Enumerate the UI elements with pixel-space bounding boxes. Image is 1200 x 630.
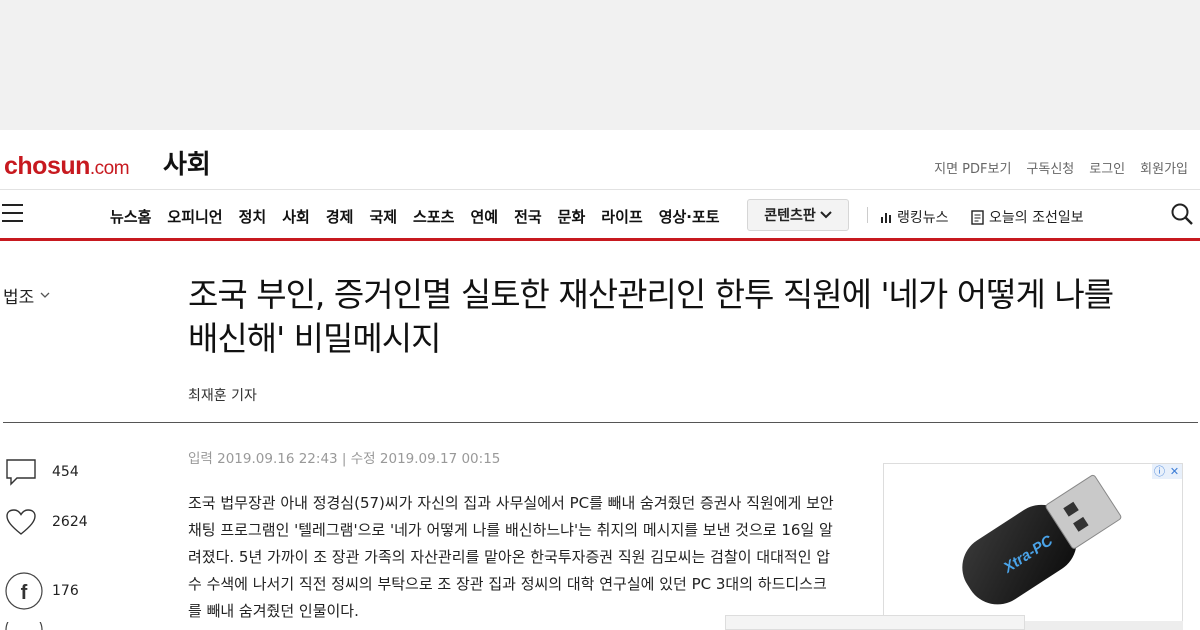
top-ad-band [0, 0, 1200, 130]
article-dates: 입력 2019.09.16 22:43 | 수정 2019.09.17 00:1… [188, 451, 501, 467]
ranking-news-link[interactable]: 랭킹뉴스 [880, 207, 949, 227]
comment-icon [6, 459, 36, 486]
svg-text:f: f [21, 582, 28, 604]
contents-dropdown-button[interactable]: 콘텐츠판 [747, 199, 849, 231]
nav-item-opinion[interactable]: 오피니언 [167, 206, 222, 227]
bottom-overlay-bar[interactable] [725, 615, 1025, 630]
chevron-down-icon [40, 292, 50, 298]
facebook-icon: f [5, 572, 43, 610]
util-links: 지면 PDF보기 구독신청 로그인 회원가입 [934, 158, 1188, 177]
like-count: 2624 [52, 514, 88, 530]
ad-controls: ⓘ ✕ [1152, 464, 1182, 479]
search-icon[interactable] [1170, 202, 1194, 226]
article-category[interactable]: 법조 [3, 283, 50, 308]
facebook-share-button[interactable]: f 176 [5, 572, 79, 610]
article-body: 조국 법무장관 아내 정경심(57)씨가 자신의 집과 사무실에서 PC를 빼내… [188, 494, 834, 620]
article-byline[interactable]: 최재훈 기자 [188, 385, 257, 405]
today-paper-link[interactable]: 오늘의 조선일보 [971, 207, 1084, 227]
nav-item-economy[interactable]: 경제 [326, 206, 354, 227]
category-label: 법조 [3, 288, 35, 308]
chevron-down-icon [820, 211, 832, 219]
site-header: chosun.com 사회 지면 PDF보기 구독신청 로그인 회원가입 [0, 130, 1200, 190]
hamburger-menu-icon[interactable] [2, 204, 23, 222]
bar-chart-icon [881, 213, 891, 223]
nav-item-video-photo[interactable]: 영상·포토 [659, 206, 720, 227]
nav-divider [867, 207, 868, 223]
comment-count: 454 [52, 464, 79, 480]
nav-menu: 뉴스홈 오피니언 정치 사회 경제 국제 스포츠 연예 전국 문화 라이프 영상… [110, 206, 736, 227]
facebook-count: 176 [52, 583, 79, 599]
newspaper-icon [971, 209, 984, 225]
logo-main: chosun [4, 152, 90, 180]
nav-item-culture[interactable]: 문화 [558, 206, 586, 227]
logo-suffix: .com [89, 158, 130, 179]
article-title: 조국 부인, 증거인멸 실토한 재산관리인 한투 직원에 '네가 어떻게 나를 … [188, 275, 1114, 358]
nav-item-sports[interactable]: 스포츠 [413, 206, 454, 227]
nav-item-international[interactable]: 국제 [369, 206, 397, 227]
nav-item-life[interactable]: 라이프 [601, 206, 642, 227]
signup-link[interactable]: 회원가입 [1140, 158, 1188, 177]
pdf-link[interactable]: 지면 PDF보기 [934, 158, 1011, 177]
subscribe-link[interactable]: 구독신청 [1026, 158, 1074, 177]
title-divider [3, 422, 1198, 423]
site-logo[interactable]: chosun.com [4, 152, 130, 181]
nav-item-politics[interactable]: 정치 [239, 206, 267, 227]
ranking-label: 랭킹뉴스 [897, 210, 949, 226]
heart-icon [6, 509, 36, 535]
bottom-overlay-bar-secondary [1025, 621, 1183, 630]
today-paper-label: 오늘의 조선일보 [989, 210, 1084, 226]
ad-info-icon[interactable]: ⓘ [1152, 464, 1167, 479]
section-title[interactable]: 사회 [163, 144, 211, 181]
nav-item-entertainment[interactable]: 연예 [470, 206, 498, 227]
nav-item-society[interactable]: 사회 [282, 206, 310, 227]
nav-item-regional[interactable]: 전국 [514, 206, 542, 227]
nav-item-news-home[interactable]: 뉴스홈 [110, 206, 151, 227]
comment-button[interactable]: 454 [5, 458, 79, 486]
ad-banner[interactable]: ⓘ ✕ Xtra-PC [883, 463, 1183, 630]
contents-label: 콘텐츠판 [764, 208, 816, 224]
like-button[interactable]: 2624 [5, 508, 88, 536]
main-nav: 뉴스홈 오피니언 정치 사회 경제 국제 스포츠 연예 전국 문화 라이프 영상… [0, 190, 1200, 241]
next-share-icon[interactable] [5, 622, 43, 630]
usb-drive-image: Xtra-PC [962, 474, 1122, 605]
login-link[interactable]: 로그인 [1089, 158, 1125, 177]
ad-close-icon[interactable]: ✕ [1167, 464, 1182, 479]
